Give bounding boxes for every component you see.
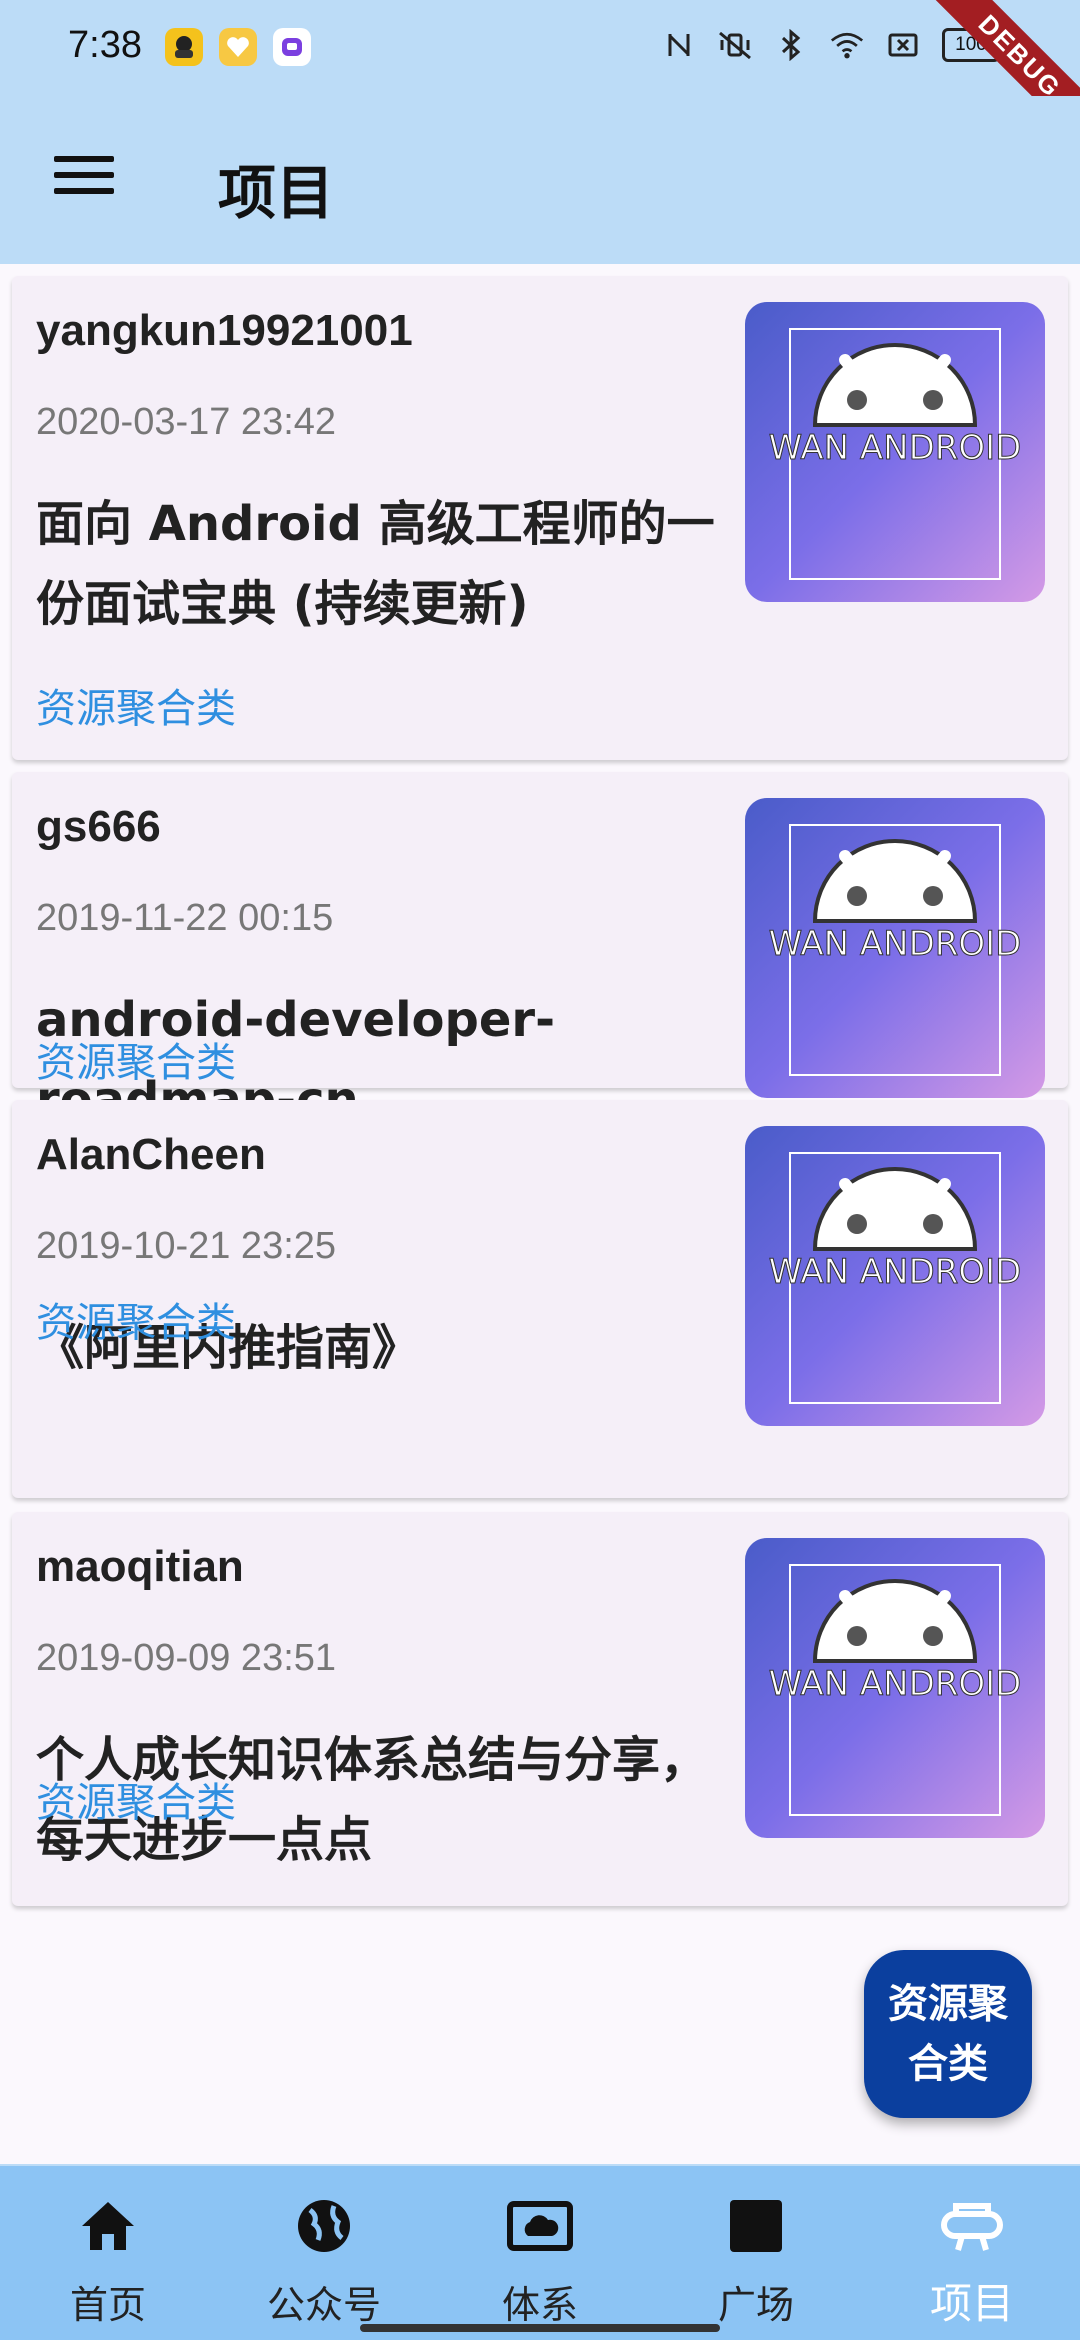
nav-label: 体系 [501, 2283, 578, 2327]
nav-item-wechat[interactable]: 公众号 [216, 2166, 432, 2340]
nav-label: 广场 [717, 2283, 794, 2327]
home-indicator[interactable] [360, 2324, 720, 2332]
menu-icon[interactable] [48, 146, 120, 214]
thumbnail-caption: WAN ANDROID [768, 924, 1022, 965]
nav-item-square[interactable]: 广场 [648, 2166, 864, 2340]
article-card[interactable]: AlanCheen 2019-10-21 23:25 《阿里内推指南》 资源聚合… [12, 1100, 1068, 1498]
article-tag[interactable]: 资源聚合类 [36, 1770, 236, 1828]
article-date: 2020-03-17 23:42 [36, 401, 337, 443]
category-fab-button[interactable]: 资源聚合类 [864, 1950, 1032, 2118]
article-card[interactable]: yangkun19921001 2020-03-17 23:42 面向 Andr… [12, 276, 1068, 760]
article-tag[interactable]: 资源聚合类 [36, 676, 236, 734]
article-thumbnail: WAN ANDROID [745, 798, 1045, 1098]
app-bar: 项目 [0, 96, 1080, 264]
article-list[interactable]: yangkun19921001 2020-03-17 23:42 面向 Andr… [0, 264, 1080, 2164]
system-icons: 100 [662, 28, 1000, 62]
nav-label: 首页 [69, 2283, 146, 2327]
page-title: 项目 [218, 159, 335, 227]
wifi-icon [830, 28, 864, 62]
status-time: 7:38 [68, 24, 142, 66]
bluetooth-icon [774, 28, 808, 62]
article-author: gs666 [36, 802, 161, 851]
thumbnail-caption: WAN ANDROID [768, 428, 1022, 469]
article-date: 2019-10-21 23:25 [36, 1225, 337, 1267]
vibrate-icon [718, 28, 752, 62]
app-heart-icon [219, 28, 257, 66]
thumbnail-caption: WAN ANDROID [768, 1664, 1022, 1705]
article-thumbnail: WAN ANDROID [745, 302, 1045, 602]
article-author: yangkun19921001 [36, 306, 413, 355]
article-author: maoqitian [36, 1542, 244, 1591]
article-author: AlanCheen [36, 1130, 266, 1179]
article-date: 2019-11-22 00:15 [36, 897, 334, 939]
article-title: 面向 Android 高级工程师的一份面试宝典 (持续更新) [36, 496, 715, 632]
nav-item-project[interactable]: 项目 [864, 2166, 1080, 2340]
screen-cast-icon [886, 28, 920, 62]
status-bar: 7:38 100 DEBUG [0, 0, 1080, 163]
article-tag[interactable]: 资源聚合类 [36, 1030, 236, 1088]
article-thumbnail: WAN ANDROID [745, 1538, 1045, 1838]
project-icon [938, 2194, 1006, 2258]
article-card[interactable]: maoqitian 2019-09-09 23:51 个人成长知识体系总结与分享… [12, 1512, 1068, 1906]
article-tag[interactable]: 资源聚合类 [36, 1290, 236, 1348]
cloud-tv-icon [506, 2194, 574, 2258]
nav-label: 公众号 [266, 2283, 381, 2327]
nav-item-home[interactable]: 首页 [0, 2166, 216, 2340]
notification-icons [165, 28, 311, 66]
app-chat-icon [273, 28, 311, 66]
article-thumbnail: WAN ANDROID [745, 1126, 1045, 1426]
square-icon [722, 2194, 790, 2258]
bottom-nav: 首页 公众号 体系 广场 项目 [0, 2166, 1080, 2340]
app-avatar-icon [165, 28, 203, 66]
nfc-icon [662, 28, 696, 62]
article-card[interactable]: gs666 2019-11-22 00:15 android-developer… [12, 772, 1068, 1128]
article-date: 2019-09-09 23:51 [36, 1637, 337, 1679]
nav-item-system[interactable]: 体系 [432, 2166, 648, 2340]
globe-icon [290, 2194, 358, 2258]
nav-label: 项目 [929, 2279, 1014, 2328]
thumbnail-caption: WAN ANDROID [768, 1252, 1022, 1293]
home-icon [74, 2194, 142, 2258]
